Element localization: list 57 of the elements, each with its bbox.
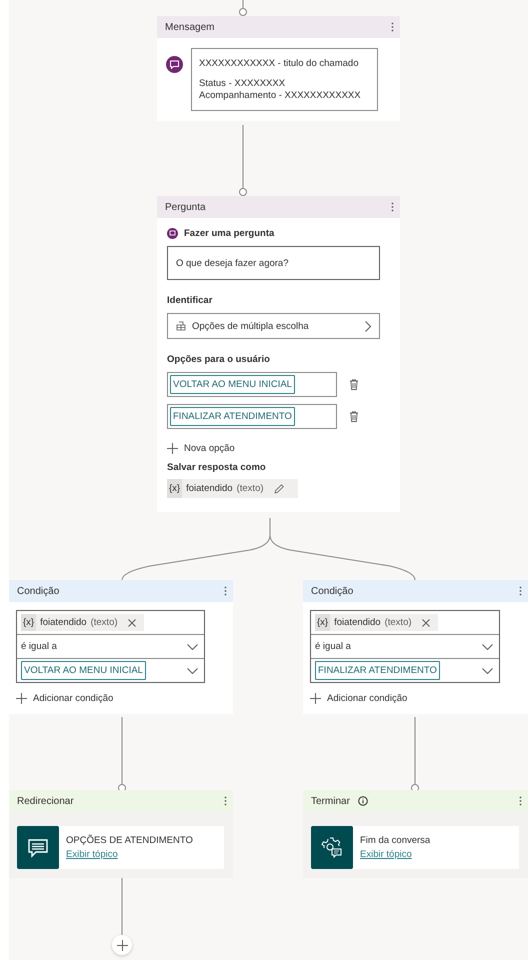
operator-select[interactable]: é igual a: [311, 634, 499, 658]
option-field[interactable]: FINALIZAR ATENDIMENTO: [167, 404, 337, 429]
view-topic-link[interactable]: Exibir tópico: [66, 849, 118, 860]
add-step-button[interactable]: [112, 935, 132, 955]
more-options-icon[interactable]: [519, 796, 522, 806]
node-title: Terminar: [311, 796, 350, 806]
more-options-icon[interactable]: [391, 202, 394, 212]
message-text: XXXXXXXXXXXX - titulo do chamado: [199, 58, 360, 70]
message-text: Acompanhamento - XXXXXXXXXXXX: [199, 90, 362, 102]
topic-name: Fim da conversa: [360, 835, 430, 846]
node-title: Condição: [311, 586, 354, 596]
chevron-right-icon: [365, 320, 371, 332]
prompt-label: Fazer uma pergunta: [184, 228, 274, 239]
add-condition-button[interactable]: Adicionar condição: [310, 693, 408, 704]
add-option-button[interactable]: Nova opção: [167, 443, 380, 454]
close-icon[interactable]: [128, 618, 136, 626]
chevron-down-icon: [482, 644, 493, 650]
more-options-icon[interactable]: [224, 796, 227, 806]
variable-chip[interactable]: {x} foiatendido (texto): [21, 614, 144, 631]
plus-icon: [167, 443, 178, 454]
message-text: Status - XXXXXXXX: [199, 78, 286, 90]
section-label: Opções para o usuário: [167, 354, 271, 365]
chevron-down-icon: [187, 644, 198, 650]
trash-icon[interactable]: [349, 379, 359, 390]
variable-chip[interactable]: {x} foiatendido (texto): [167, 479, 298, 498]
trash-icon[interactable]: [349, 411, 359, 422]
node-title: Condição: [17, 586, 60, 596]
plus-icon: [310, 693, 321, 704]
grid-icon: [176, 321, 186, 331]
section-label: Salvar resposta como: [167, 462, 267, 473]
more-options-icon[interactable]: [519, 586, 522, 596]
gear-chat-icon: [320, 836, 344, 860]
add-condition-button[interactable]: Adicionar condição: [16, 693, 114, 704]
plus-icon: [16, 693, 27, 704]
operator-select[interactable]: é igual a: [17, 634, 204, 658]
message-box[interactable]: XXXXXXXXXXXX - titulo do chamado Status - XXXXXXXX Acompanhamento - XXXXXXXXXXXX: [191, 48, 378, 111]
chevron-down-icon: [482, 668, 493, 674]
question-icon: [167, 228, 178, 239]
message-icon: [166, 56, 183, 73]
node-title: Mensagem: [165, 22, 214, 32]
section-label: Identificar: [167, 295, 214, 306]
more-options-icon[interactable]: [391, 22, 394, 32]
more-options-icon[interactable]: [224, 586, 227, 596]
plus-icon: [116, 940, 128, 950]
identify-select[interactable]: Opções de múltipla escolha: [167, 313, 380, 339]
chevron-down-icon: [187, 668, 198, 674]
close-icon[interactable]: [422, 618, 430, 626]
option-field[interactable]: VOLTAR AO MENU INICIAL: [167, 372, 337, 397]
topic-name: OPÇÕES DE ATENDIMENTO: [66, 835, 193, 846]
info-icon[interactable]: [358, 796, 368, 806]
node-title: Pergunta: [165, 202, 206, 212]
question-field[interactable]: O que deseja fazer agora?: [167, 246, 380, 280]
view-topic-link[interactable]: Exibir tópico: [360, 849, 412, 860]
pencil-icon[interactable]: [274, 484, 284, 494]
node-title: Redirecionar: [17, 796, 74, 806]
connector-line: [239, 124, 247, 196]
variable-chip[interactable]: {x} foiatendido (texto): [315, 614, 438, 631]
